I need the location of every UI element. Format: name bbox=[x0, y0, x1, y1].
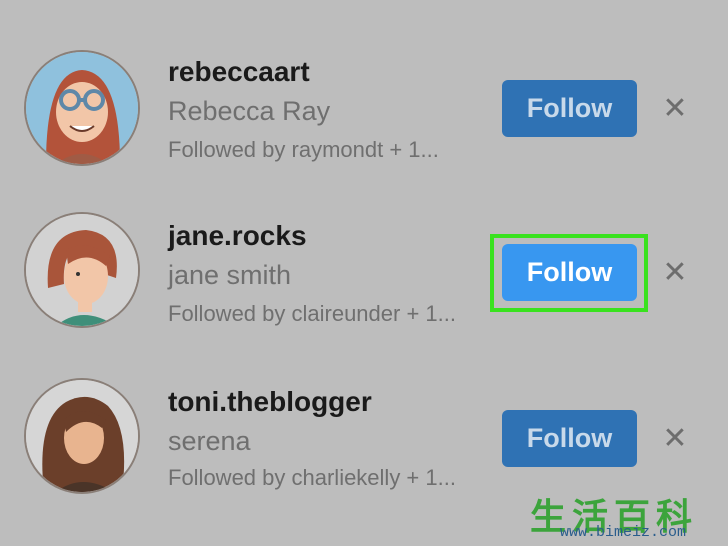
username[interactable]: jane.rocks bbox=[168, 220, 307, 252]
avatar[interactable] bbox=[24, 212, 140, 328]
follow-button[interactable]: Follow bbox=[502, 244, 637, 301]
follow-button[interactable]: Follow bbox=[502, 80, 637, 137]
mutual-followers: Followed by charliekelly + 1... bbox=[168, 465, 456, 490]
suggestion-row: toni.theblogger serena Followed by charl… bbox=[0, 326, 728, 494]
avatar[interactable] bbox=[24, 50, 140, 166]
close-icon[interactable]: ✕ bbox=[660, 424, 690, 454]
suggestion-row: rebeccaart Rebecca Ray Followed by raymo… bbox=[0, 0, 728, 166]
avatar[interactable] bbox=[24, 378, 140, 494]
watermark: 生活百科 www.bimeiz.com bbox=[524, 486, 728, 546]
username[interactable]: toni.theblogger bbox=[168, 386, 372, 418]
full-name: jane smith bbox=[168, 260, 292, 290]
username[interactable]: rebeccaart bbox=[168, 56, 310, 88]
watermark-url: www.bimeiz.com bbox=[560, 524, 687, 541]
mutual-followers: Followed by claireunder + 1... bbox=[168, 301, 456, 326]
full-name: serena bbox=[168, 426, 251, 456]
follow-button[interactable]: Follow bbox=[502, 410, 637, 467]
full-name: Rebecca Ray bbox=[168, 96, 331, 126]
close-icon[interactable]: ✕ bbox=[660, 94, 690, 124]
suggestion-row: jane.rocks jane smith Followed by claire… bbox=[0, 160, 728, 328]
close-icon[interactable]: ✕ bbox=[660, 258, 690, 288]
